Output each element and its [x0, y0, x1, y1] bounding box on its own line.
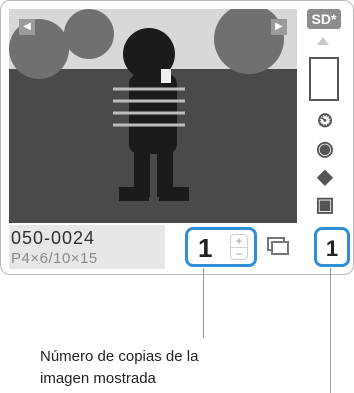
callout-line-total	[330, 268, 331, 393]
sd-card-badge: SD*	[307, 9, 341, 29]
print-size: P4×6/10×15	[11, 250, 98, 267]
photo-illustration	[9, 9, 297, 223]
file-info: 050-0024 P4×6/10×15	[9, 225, 165, 269]
stepper-minus-icon[interactable]: −	[231, 248, 247, 260]
eye-x-icon: ◉	[316, 138, 334, 160]
total-copies-value: 1	[325, 236, 339, 261]
printer-icon	[264, 233, 290, 257]
paper-outline-icon	[309, 57, 339, 101]
caption: Número de copias de la imagen mostrada	[40, 346, 260, 390]
image-preview: ◀ ▶	[9, 9, 297, 223]
triangle-up-icon[interactable]	[317, 37, 329, 45]
copies-stepper[interactable]: + −	[230, 234, 248, 260]
next-image-icon[interactable]: ▶	[271, 19, 287, 35]
copies-value: 1	[198, 233, 213, 263]
image-icon: ▣	[315, 194, 335, 216]
stepper-plus-icon[interactable]: +	[231, 235, 247, 247]
printer-screen: ◀ ▶ SD* ⏲ ◉ ◆ ▣ 050-0024 P4×6/10×15 1 + …	[0, 0, 354, 275]
diamond-x-icon: ◆	[317, 166, 333, 188]
copies-box[interactable]: 1 + −	[185, 227, 257, 267]
total-copies-box: 1	[314, 227, 350, 267]
prev-image-icon[interactable]: ◀	[19, 19, 35, 35]
clock-x-icon: ⏲	[317, 110, 333, 132]
caption-line-1: Número de copias de la	[40, 348, 199, 365]
file-number: 050-0024	[11, 228, 96, 248]
caption-line-2: imagen mostrada	[40, 370, 156, 387]
callout-line-copies	[203, 268, 204, 338]
